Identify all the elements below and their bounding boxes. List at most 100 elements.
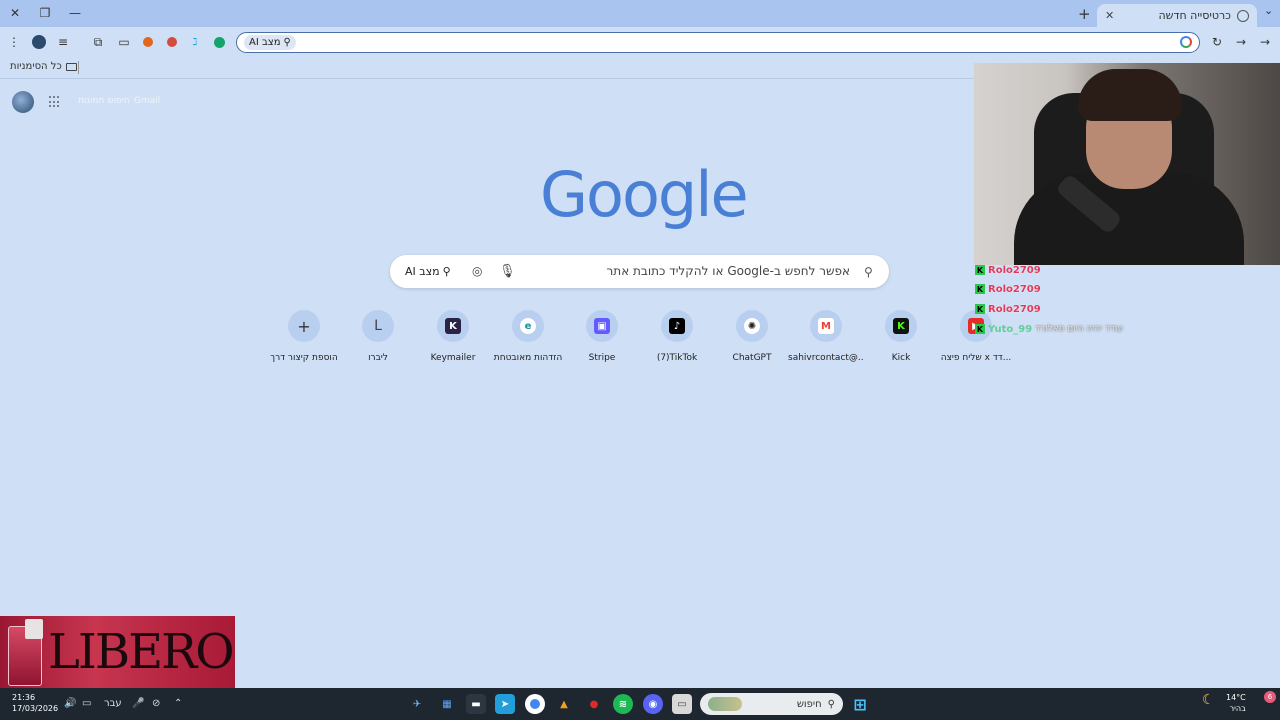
extension-translate-icon[interactable]: ℷ bbox=[187, 34, 203, 50]
extension-orange-icon[interactable] bbox=[140, 34, 156, 50]
telegram-icon[interactable]: ➤ bbox=[495, 694, 515, 714]
minimize-window-icon[interactable]: — bbox=[64, 3, 86, 23]
back-icon[interactable]: → bbox=[1257, 34, 1273, 50]
weather-description: בהיר bbox=[1229, 704, 1246, 713]
profile-icon[interactable] bbox=[31, 34, 47, 50]
restore-window-icon[interactable]: ❐ bbox=[34, 3, 56, 23]
obs-icon[interactable]: ● bbox=[584, 694, 604, 714]
volume-icon[interactable]: 🔊 bbox=[64, 698, 76, 709]
search-box[interactable]: ⚲ מצב AI ◎ 🎙 אפשר לחפש ב-Google או להקלי… bbox=[390, 255, 889, 288]
libero-ad-banner: LIBERO bbox=[0, 616, 235, 688]
globe-icon bbox=[1237, 9, 1249, 22]
weather-moon-icon[interactable]: ☾ bbox=[1202, 692, 1215, 708]
keymailer-icon: K bbox=[445, 318, 461, 334]
reload-icon[interactable]: ↻ bbox=[1209, 34, 1225, 50]
shortcut-add[interactable]: + הוספת קיצור דרך bbox=[266, 310, 342, 370]
libero-icon: L bbox=[374, 318, 382, 334]
bookmarks-divider bbox=[78, 61, 79, 74]
menu-icon[interactable]: ⋮ bbox=[6, 34, 22, 50]
chat-username: Rolo2709 bbox=[988, 283, 1041, 295]
shortcut-chatgpt[interactable]: ✺ ChatGPT bbox=[714, 310, 790, 370]
search-input[interactable]: אפשר לחפש ב-Google או להקליד כתובת אתר bbox=[590, 264, 850, 278]
mic-tray-icon[interactable]: 🎤 bbox=[132, 698, 144, 709]
language-indicator[interactable]: עבר bbox=[104, 698, 122, 709]
chat-message: K Rolo2709 bbox=[975, 302, 1044, 316]
chat-message: K Yuto_99 עודד יהיה היום פאלורד bbox=[975, 322, 1123, 336]
weather-widget[interactable]: 14°C בהיר bbox=[1226, 692, 1246, 714]
grammarly-icon[interactable] bbox=[211, 34, 227, 50]
taskbar-search[interactable]: ⚲ חיפוש bbox=[700, 693, 843, 715]
images-link[interactable]: חיפוש תמונות bbox=[78, 96, 130, 106]
chrome-icon[interactable] bbox=[525, 694, 545, 714]
avatar[interactable] bbox=[12, 91, 34, 113]
shortcut-kick[interactable]: K Kick bbox=[863, 310, 939, 370]
search-icon: ⚲ bbox=[827, 698, 835, 710]
steam-icon[interactable]: ✈ bbox=[407, 694, 427, 714]
streamer-hair bbox=[1078, 69, 1182, 121]
file-explorer-icon[interactable]: ▭ bbox=[672, 694, 692, 714]
tab-search-icon[interactable]: ⌄ bbox=[1264, 4, 1273, 17]
shortcut-keymailer[interactable]: K Keymailer bbox=[415, 310, 491, 370]
start-icon[interactable]: ⊞ bbox=[850, 694, 870, 714]
shortcut-label: sahivrcontact@... bbox=[788, 353, 864, 363]
shortcut-tiktok[interactable]: ♪ (7)TikTok bbox=[639, 310, 715, 370]
chat-message: K Rolo2709 bbox=[975, 282, 1044, 296]
ai-mode-chip[interactable]: ⚲ מצב AI bbox=[244, 35, 296, 50]
shortcut-label: הוספת קיצור דרך bbox=[270, 353, 338, 363]
apps-grid-icon[interactable] bbox=[49, 96, 61, 108]
notification-count[interactable]: 6 bbox=[1264, 691, 1276, 703]
kick-icon: K bbox=[893, 318, 909, 334]
tab-new-tab[interactable]: כרטיסייה חדשה ✕ bbox=[1097, 4, 1257, 27]
chat-username: Rolo2709 bbox=[988, 303, 1041, 315]
tray-chevron-icon[interactable]: ⌃ bbox=[174, 698, 182, 709]
search-icon: ⚲ bbox=[864, 265, 873, 279]
chat-message: K Rolo2709 bbox=[975, 263, 1044, 277]
vlc-icon[interactable]: ▲ bbox=[554, 694, 574, 714]
shortcut-label: Kick bbox=[891, 353, 911, 363]
gmail-icon: M bbox=[818, 318, 834, 334]
gmail-link[interactable]: Gmail bbox=[134, 96, 160, 106]
close-tab-icon[interactable]: ✕ bbox=[1105, 9, 1114, 22]
perfume-bottle bbox=[8, 619, 43, 686]
spotify-icon[interactable]: ≋ bbox=[613, 694, 633, 714]
clock[interactable]: 21:36 17/03/2026 bbox=[12, 692, 58, 714]
shortcut-secure-login[interactable]: e הזדהות מאובטחת bbox=[490, 310, 566, 370]
search-highlight-image bbox=[708, 697, 742, 711]
shortcut-label: (7)TikTok bbox=[656, 353, 698, 363]
discord-icon[interactable]: ◉ bbox=[643, 694, 663, 714]
chat-username: Yuto_99 bbox=[988, 323, 1033, 335]
shortcut-libero[interactable]: L ליברו bbox=[340, 310, 416, 370]
shortcut-label: הזדהות מאובטחת bbox=[493, 353, 563, 363]
temperature: 14°C bbox=[1226, 693, 1246, 702]
all-bookmarks-button[interactable]: כל הסימניות bbox=[10, 61, 77, 72]
close-window-icon[interactable]: ✕ bbox=[4, 3, 26, 23]
shortcut-pizza-video[interactable]: ▶ שליח פיצה x דד... bbox=[938, 310, 1014, 370]
ai-search-icon: ⚲ bbox=[283, 37, 291, 48]
shortcut-label: ChatGPT bbox=[732, 353, 772, 363]
terminal-icon[interactable]: ▬ bbox=[466, 694, 486, 714]
chatgpt-icon: ✺ bbox=[744, 318, 760, 334]
extension-pin-icon[interactable] bbox=[164, 34, 180, 50]
google-g-icon[interactable] bbox=[1180, 36, 1192, 48]
ai-mode-chip-label: מצב AI bbox=[249, 37, 281, 48]
notifications-off-icon[interactable]: ⊘ bbox=[152, 698, 160, 709]
address-bar[interactable]: ⚲ מצב AI bbox=[236, 32, 1200, 53]
edge-icon: e bbox=[520, 318, 536, 334]
shortcut-gmail[interactable]: M sahivrcontact@... bbox=[788, 310, 864, 370]
lens-icon[interactable]: ◎ bbox=[472, 264, 482, 278]
new-tab-icon[interactable]: + bbox=[1078, 5, 1091, 23]
ai-mode-button[interactable]: ⚲ מצב AI bbox=[399, 262, 457, 281]
webcam-overlay bbox=[974, 63, 1280, 265]
kick-badge-icon: K bbox=[975, 265, 985, 275]
cast-icon[interactable]: ▭ bbox=[116, 34, 132, 50]
network-icon[interactable]: ▭ bbox=[82, 698, 91, 709]
forward-icon[interactable]: → bbox=[1233, 34, 1249, 50]
kick-badge-icon: K bbox=[975, 304, 985, 314]
extensions-icon[interactable]: ⧉ bbox=[90, 34, 106, 50]
chat-username: Rolo2709 bbox=[988, 264, 1041, 276]
kick-badge-icon: K bbox=[975, 284, 985, 294]
shortcut-stripe[interactable]: ▣ Stripe bbox=[564, 310, 640, 370]
reading-list-icon[interactable]: ≡ bbox=[55, 34, 71, 50]
widgets-icon[interactable]: ▦ bbox=[437, 694, 457, 714]
microphone-icon[interactable]: 🎙 bbox=[499, 264, 516, 279]
